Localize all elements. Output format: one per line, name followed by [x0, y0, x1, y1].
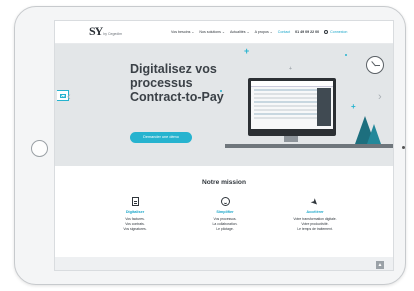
dot-decoration [345, 54, 347, 56]
demo-request-button[interactable]: Demander une démo [130, 132, 192, 143]
dot-decoration [220, 90, 222, 92]
dashboard-monitor-illustration [248, 78, 336, 136]
clock-icon [366, 56, 384, 74]
connexion-label: Connexion [330, 30, 348, 34]
desk-surface [225, 144, 393, 148]
carousel-next-arrow[interactable]: › [378, 92, 382, 103]
home-button[interactable] [31, 140, 48, 157]
mission-column-title: Simplifier [216, 210, 234, 214]
carousel-prev-arrow[interactable]: ‹ [67, 92, 71, 103]
scroll-to-top-button[interactable]: ▲ [376, 261, 384, 269]
site-logo[interactable]: SY by Cegedim [89, 25, 122, 37]
mission-column-simplifier: Simplifier Vos processus. La collaborati… [180, 197, 270, 232]
document-icon [130, 197, 140, 207]
hero-banner: ‹ › Digitalisez vos processus Contract-t… [55, 44, 393, 166]
mission-column-accelerer: ➤ Accélérer Votre transformation digital… [270, 195, 360, 232]
menu-item-vos-besoins[interactable]: Vos besoins ⌄ [171, 30, 194, 34]
monitor-screen [251, 81, 333, 129]
mission-heading: Notre mission [202, 179, 246, 186]
plus-decoration-icon: + [244, 46, 250, 56]
plant-decoration [367, 124, 381, 144]
mission-column-title: Digitaliser [125, 210, 145, 214]
menu-item-actualites[interactable]: Actualités ⌄ [230, 30, 250, 34]
main-menu: Vos besoins ⌄ Nos solutions ⌄ Actualités… [171, 30, 347, 34]
plus-decoration-icon: + [289, 66, 292, 72]
mission-column-digitaliser: Digitaliser Vos factures. Vos contrats. … [90, 197, 180, 232]
logo-subtitle: by Cegedim [103, 32, 123, 36]
menu-item-a-propos[interactable]: A propos ⌄ [255, 30, 273, 34]
user-icon [324, 30, 329, 34]
website-screen: SY by Cegedim Vos besoins ⌄ Nos solution… [54, 20, 394, 271]
top-navigation: SY by Cegedim Vos besoins ⌄ Nos solution… [55, 21, 393, 44]
connexion-link[interactable]: Connexion [324, 30, 347, 34]
hero-title-line: Digitalisez vos [130, 62, 217, 76]
phone-number[interactable]: 01 49 09 22 00 [295, 30, 319, 34]
mission-column-title: Accélérer [306, 210, 324, 214]
plus-decoration-icon: + [351, 102, 356, 111]
bottom-section [55, 257, 393, 270]
mission-line: Vos signatures. [123, 227, 147, 231]
menu-item-nos-solutions[interactable]: Nos solutions ⌄ [199, 30, 225, 34]
monitor-stand [284, 136, 298, 142]
contact-link[interactable]: Contact [278, 30, 290, 34]
logo-mark: SY [89, 24, 103, 38]
mission-line: Le temps de traitement. [297, 227, 333, 231]
smile-icon [220, 197, 230, 207]
envelope-icon [59, 93, 66, 98]
monitor-sidebar [317, 88, 331, 126]
rocket-icon: ➤ [308, 195, 322, 209]
mission-line: Le pilotage. [216, 227, 234, 231]
camera-dot [402, 146, 405, 149]
